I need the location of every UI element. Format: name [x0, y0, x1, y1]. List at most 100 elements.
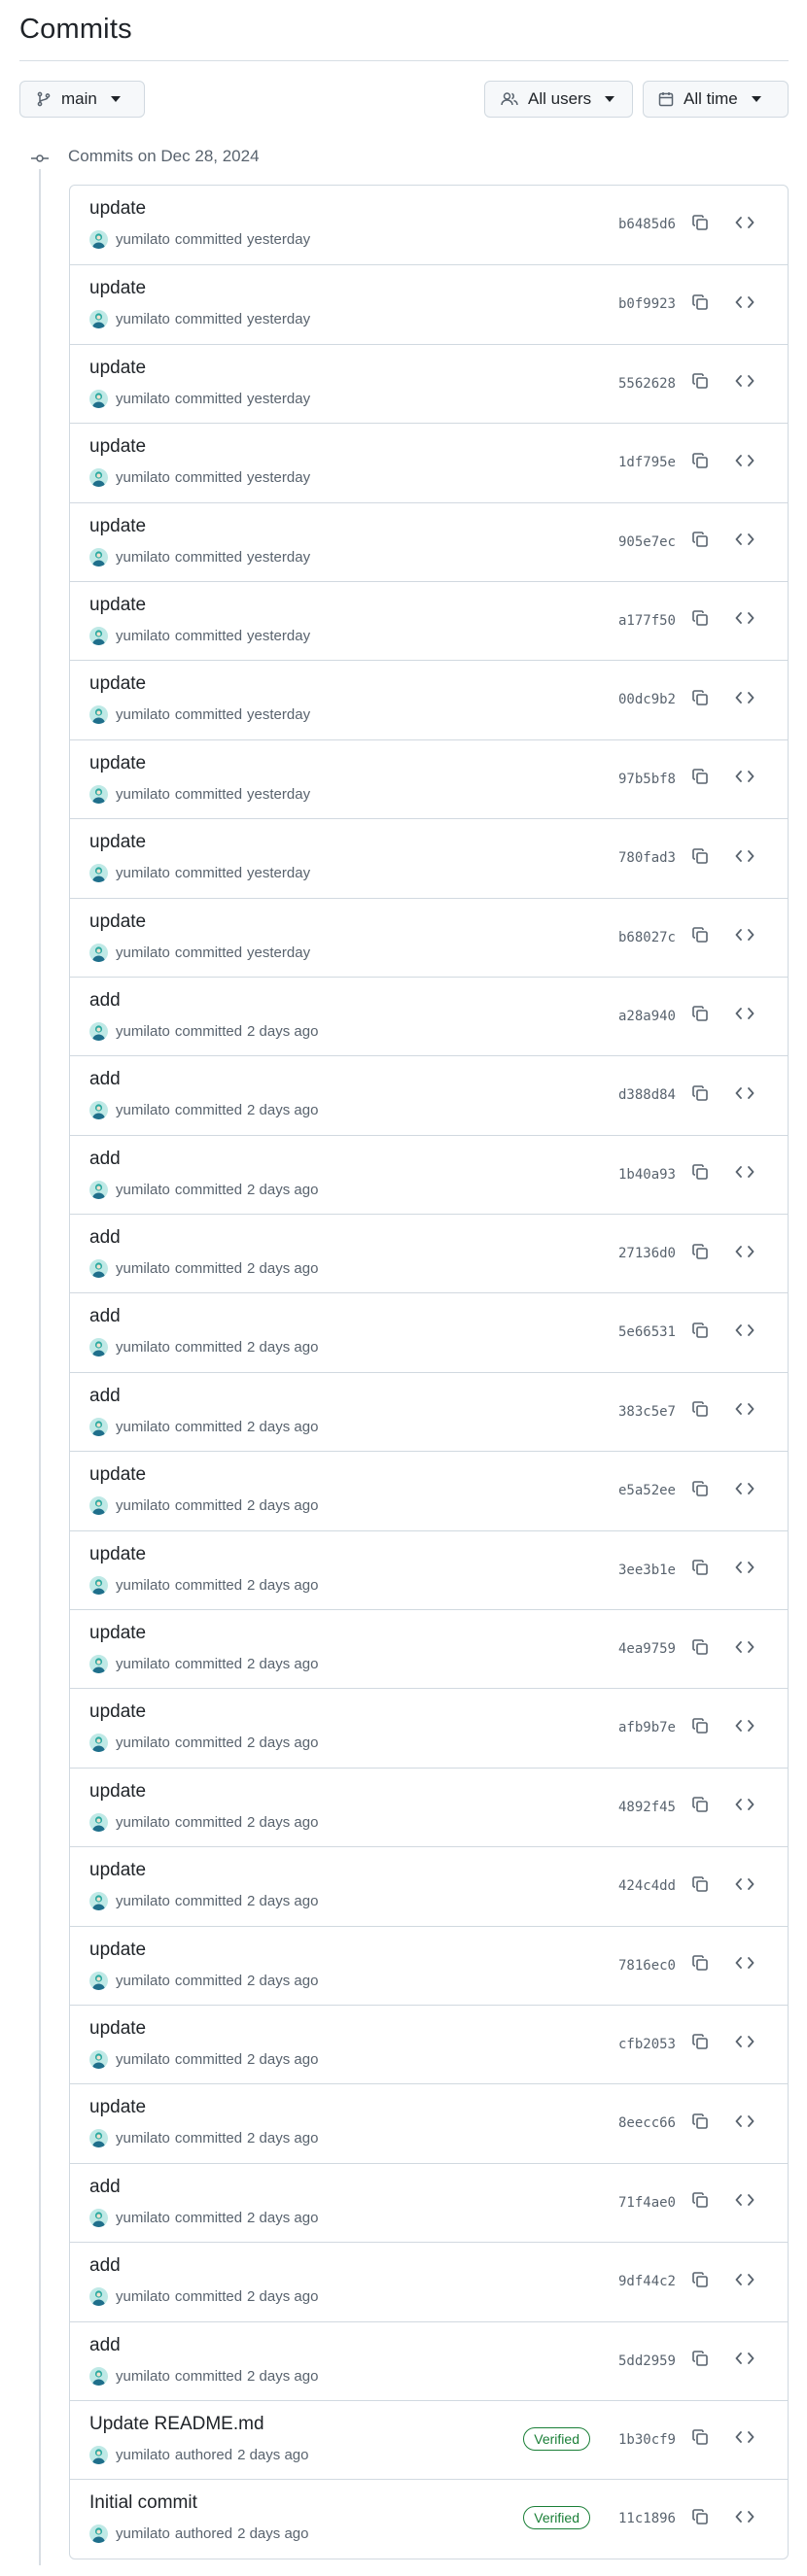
commit-sha-link[interactable]: d388d84 [618, 1087, 676, 1103]
commit-sha-link[interactable]: a28a940 [618, 1009, 676, 1024]
commit-message-link[interactable]: update [89, 1464, 146, 1486]
commit-author-link[interactable]: yumilato [116, 2130, 170, 2147]
browse-repo-button[interactable] [730, 844, 759, 872]
browse-repo-button[interactable] [730, 2110, 759, 2137]
browse-repo-button[interactable] [730, 449, 759, 476]
copy-sha-button[interactable] [685, 370, 715, 397]
avatar[interactable] [89, 468, 108, 488]
commit-author-link[interactable]: yumilato [116, 2525, 170, 2542]
commit-sha-link[interactable]: 11c1896 [618, 2511, 676, 2526]
commit-author-link[interactable]: yumilato [116, 706, 170, 723]
copy-sha-button[interactable] [685, 529, 715, 556]
copy-sha-button[interactable] [685, 1557, 715, 1584]
copy-sha-button[interactable] [685, 1714, 715, 1741]
copy-sha-button[interactable] [685, 291, 715, 318]
commit-sha-link[interactable]: a177f50 [618, 613, 676, 629]
avatar[interactable] [89, 1971, 108, 1990]
commit-message-link[interactable]: update [89, 595, 146, 616]
avatar[interactable] [89, 784, 108, 804]
browse-repo-button[interactable] [730, 2189, 759, 2216]
copy-sha-button[interactable] [685, 2348, 715, 2375]
copy-sha-button[interactable] [685, 1003, 715, 1030]
avatar[interactable] [89, 2524, 108, 2544]
avatar[interactable] [89, 310, 108, 329]
browse-repo-button[interactable] [730, 291, 759, 318]
commit-message-link[interactable]: add [89, 1306, 121, 1327]
avatar[interactable] [89, 1338, 108, 1357]
commit-author-link[interactable]: yumilato [116, 2288, 170, 2305]
branch-selector-button[interactable]: main [19, 81, 145, 118]
avatar[interactable] [89, 864, 108, 883]
avatar[interactable] [89, 943, 108, 962]
avatar[interactable] [89, 2049, 108, 2069]
commit-sha-link[interactable]: 3ee3b1e [618, 1563, 676, 1578]
copy-sha-button[interactable] [685, 1872, 715, 1900]
browse-repo-button[interactable] [730, 2031, 759, 2058]
copy-sha-button[interactable] [685, 2031, 715, 2058]
commit-message-link[interactable]: update [89, 911, 146, 933]
avatar[interactable] [89, 1575, 108, 1595]
avatar[interactable] [89, 1021, 108, 1041]
browse-repo-button[interactable] [730, 1082, 759, 1109]
browse-repo-button[interactable] [730, 1240, 759, 1267]
commit-author-link[interactable]: yumilato [116, 1182, 170, 1198]
commit-sha-link[interactable]: 4892f45 [618, 1800, 676, 1815]
commit-message-link[interactable]: update [89, 2018, 146, 2040]
commit-sha-link[interactable]: 97b5bf8 [618, 772, 676, 787]
commit-message-link[interactable]: update [89, 1544, 146, 1565]
commit-author-link[interactable]: yumilato [116, 231, 170, 248]
copy-sha-button[interactable] [685, 1082, 715, 1109]
commit-author-link[interactable]: yumilato [116, 1023, 170, 1040]
commit-sha-link[interactable]: b0f9923 [618, 296, 676, 312]
commit-message-link[interactable]: add [89, 2335, 121, 2356]
commit-author-link[interactable]: yumilato [116, 1497, 170, 1514]
copy-sha-button[interactable] [685, 2426, 715, 2454]
commit-message-link[interactable]: update [89, 673, 146, 695]
commit-message-link[interactable]: update [89, 832, 146, 853]
commit-sha-link[interactable]: 8eecc66 [618, 2115, 676, 2131]
browse-repo-button[interactable] [730, 1872, 759, 1900]
browse-repo-button[interactable] [730, 2348, 759, 2375]
avatar[interactable] [89, 705, 108, 725]
commit-author-link[interactable]: yumilato [116, 1814, 170, 1831]
commit-message-link[interactable]: Update README.md [89, 2414, 264, 2435]
commit-sha-link[interactable]: 27136d0 [618, 1246, 676, 1261]
commit-message-link[interactable]: add [89, 990, 121, 1012]
avatar[interactable] [89, 1496, 108, 1516]
commit-message-link[interactable]: update [89, 436, 146, 458]
browse-repo-button[interactable] [730, 529, 759, 556]
commit-sha-link[interactable]: 383c5e7 [618, 1404, 676, 1420]
copy-sha-button[interactable] [685, 844, 715, 872]
copy-sha-button[interactable] [685, 2268, 715, 2295]
commit-sha-link[interactable]: 424c4dd [618, 1878, 676, 1894]
copy-sha-button[interactable] [685, 607, 715, 635]
avatar[interactable] [89, 1259, 108, 1279]
commit-message-link[interactable]: update [89, 753, 146, 774]
browse-repo-button[interactable] [730, 686, 759, 713]
avatar[interactable] [89, 1417, 108, 1436]
avatar[interactable] [89, 1812, 108, 1832]
commit-author-link[interactable]: yumilato [116, 1419, 170, 1435]
browse-repo-button[interactable] [730, 370, 759, 397]
commit-message-link[interactable]: add [89, 1149, 121, 1170]
browse-repo-button[interactable] [730, 2505, 759, 2532]
browse-repo-button[interactable] [730, 1398, 759, 1425]
commit-author-link[interactable]: yumilato [116, 628, 170, 644]
commit-author-link[interactable]: yumilato [116, 1577, 170, 1594]
commit-message-link[interactable]: update [89, 1623, 146, 1644]
commit-sha-link[interactable]: 5dd2959 [618, 2353, 676, 2369]
copy-sha-button[interactable] [685, 1794, 715, 1821]
avatar[interactable] [89, 2445, 108, 2464]
commit-sha-link[interactable]: e5a52ee [618, 1483, 676, 1498]
verified-badge[interactable]: Verified [523, 2426, 590, 2451]
browse-repo-button[interactable] [730, 1952, 759, 1979]
commit-author-link[interactable]: yumilato [116, 1260, 170, 1277]
avatar[interactable] [89, 1180, 108, 1199]
copy-sha-button[interactable] [685, 1635, 715, 1663]
browse-repo-button[interactable] [730, 1635, 759, 1663]
commit-sha-link[interactable]: b68027c [618, 930, 676, 945]
avatar[interactable] [89, 2366, 108, 2386]
commit-message-link[interactable]: add [89, 1069, 121, 1090]
copy-sha-button[interactable] [685, 766, 715, 793]
browse-repo-button[interactable] [730, 211, 759, 238]
